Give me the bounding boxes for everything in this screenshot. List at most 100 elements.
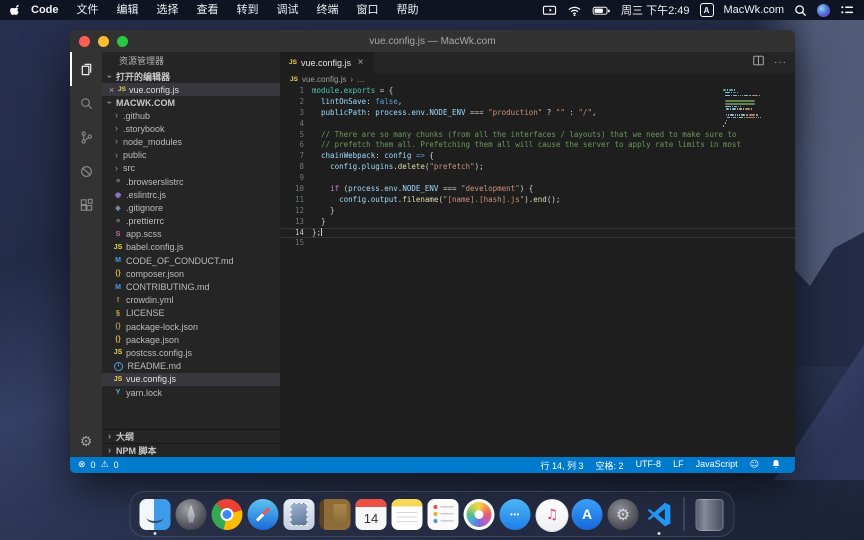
input-method-icon[interactable]: A <box>700 3 714 17</box>
split-editor-icon[interactable] <box>752 54 765 72</box>
tree-item-CODE_OF_CONDUCT.md[interactable]: MCODE_OF_CONDUCT.md <box>102 254 280 267</box>
tree-item-.github[interactable]: ›.github <box>102 109 280 122</box>
tree-item-package-lock.json[interactable]: {}package-lock.json <box>102 320 280 333</box>
dock-prefs[interactable]: ⚙ <box>608 499 639 530</box>
extensions-icon[interactable] <box>70 188 102 222</box>
menubar-clock[interactable]: 周三 下午2:49 <box>621 2 689 18</box>
tree-item-vue.config.js[interactable]: JSvue.config.js <box>102 373 280 386</box>
dock-vscode[interactable] <box>644 499 675 530</box>
dock-photos[interactable] <box>464 499 495 530</box>
code-line-5[interactable]: 5 // There are so many chunks (from all … <box>280 130 795 141</box>
tree-item-.gitignore[interactable]: ◆.gitignore <box>102 201 280 214</box>
minimap[interactable] <box>723 89 761 130</box>
dock-messages[interactable]: ••• <box>500 499 531 530</box>
dock-notes[interactable] <box>392 499 423 530</box>
wifi-icon[interactable] <box>567 4 582 17</box>
spotlight-search-icon[interactable] <box>794 4 807 17</box>
section-大纲[interactable]: ›大纲 <box>102 429 280 443</box>
dock-appstore[interactable]: A <box>572 499 603 530</box>
breadcrumb-file[interactable]: vue.config.js <box>302 75 346 84</box>
open-editors-section-header[interactable]: › 打开的编辑器 <box>102 70 280 83</box>
menu-item-选择[interactable]: 选择 <box>148 0 188 20</box>
warnings-icon[interactable]: ⚠ <box>101 460 109 470</box>
project-section-header[interactable]: › MACWK.COM <box>102 96 280 109</box>
menu-item-帮助[interactable]: 帮助 <box>388 0 428 20</box>
code-line-10[interactable]: 10 if (process.env.NODE_ENV === "develop… <box>280 184 795 195</box>
window-title-bar[interactable]: vue.config.js — MacWk.com <box>70 30 795 52</box>
status-item[interactable]: JavaScript <box>690 459 744 472</box>
zoom-window-button[interactable] <box>117 36 128 47</box>
status-item[interactable]: LF <box>667 459 690 472</box>
errors-icon[interactable]: ⊗ <box>78 460 86 470</box>
more-actions-icon[interactable]: ··· <box>774 57 787 68</box>
code-line-2[interactable]: 2 lintOnSave: false, <box>280 97 795 108</box>
tree-item-composer.json[interactable]: {}composer.json <box>102 267 280 280</box>
menu-item-终端[interactable]: 终端 <box>308 0 348 20</box>
tree-item-public[interactable]: ›public <box>102 149 280 162</box>
dock-safari[interactable] <box>248 499 279 530</box>
settings-gear-icon[interactable]: ⚙ <box>80 427 93 457</box>
code-line-3[interactable]: 3 publicPath: process.env.NODE_ENV === "… <box>280 108 795 119</box>
code-line-7[interactable]: 7 chainWebpack: config => { <box>280 151 795 162</box>
dock-reminders[interactable] <box>428 499 459 530</box>
display-icon[interactable] <box>542 4 557 17</box>
tab-vue-config-js[interactable]: JS vue.config.js × <box>280 52 373 73</box>
tree-item-.storybook[interactable]: ›.storybook <box>102 122 280 135</box>
code-line-6[interactable]: 6 // prefetch them all. Prefetching them… <box>280 140 795 151</box>
code-line-1[interactable]: 1module.exports = { <box>280 86 795 97</box>
notification-center-icon[interactable] <box>840 4 854 16</box>
tree-item-yarn.lock[interactable]: Yyarn.lock <box>102 386 280 399</box>
section-NPM 脚本[interactable]: ›NPM 脚本 <box>102 443 280 457</box>
code-line-14[interactable]: 14}; <box>280 228 795 239</box>
dock-contacts[interactable] <box>320 499 351 530</box>
dock-mail[interactable] <box>284 499 315 530</box>
code-line-9[interactable]: 9 <box>280 173 795 184</box>
dock-calendar[interactable]: 14 <box>356 499 387 530</box>
debug-icon[interactable] <box>70 154 102 188</box>
code-line-13[interactable]: 13 } <box>280 217 795 228</box>
dock-launchpad[interactable] <box>176 499 207 530</box>
menu-item-转到[interactable]: 转到 <box>228 0 268 20</box>
menu-item-Code[interactable]: Code <box>22 0 68 20</box>
feedback-smiley-icon[interactable]: ☺ <box>744 460 765 470</box>
tree-item-app.scss[interactable]: Sapp.scss <box>102 228 280 241</box>
breadcrumb[interactable]: JS vue.config.js › … <box>280 73 795 86</box>
tree-item-.browserslistrc[interactable]: ≡.browserslistrc <box>102 175 280 188</box>
tree-item-babel.config.js[interactable]: JSbabel.config.js <box>102 241 280 254</box>
close-tab-icon[interactable]: × <box>357 57 364 68</box>
dock-trash[interactable] <box>694 499 725 530</box>
menu-item-文件[interactable]: 文件 <box>68 0 108 20</box>
warnings-count[interactable]: 0 <box>114 460 119 470</box>
tree-item-README.md[interactable]: iREADME.md <box>102 360 280 373</box>
apple-menu-icon[interactable] <box>10 3 22 17</box>
status-item[interactable]: UTF-8 <box>630 459 668 472</box>
status-item[interactable]: 行 14, 列 3 <box>535 459 590 472</box>
dock-finder[interactable] <box>140 499 171 530</box>
menu-item-调试[interactable]: 调试 <box>268 0 308 20</box>
source-control-icon[interactable] <box>70 120 102 154</box>
menubar-site-label[interactable]: MacWk.com <box>724 4 785 16</box>
battery-icon[interactable] <box>592 4 611 17</box>
tree-item-LICENSE[interactable]: §LICENSE <box>102 307 280 320</box>
menu-item-窗口[interactable]: 窗口 <box>348 0 388 20</box>
tree-item-crowdin.yml[interactable]: !crowdin.yml <box>102 294 280 307</box>
code-editor[interactable]: 1module.exports = {2 lintOnSave: false,3… <box>280 86 795 457</box>
notifications-bell-icon[interactable] <box>765 459 787 471</box>
code-line-15[interactable]: 15 <box>280 238 795 249</box>
tree-item-.prettierrc[interactable]: ≡.prettierrc <box>102 215 280 228</box>
explorer-icon[interactable] <box>70 52 102 86</box>
tree-item-node_modules[interactable]: ›node_modules <box>102 135 280 148</box>
breadcrumb-more[interactable]: … <box>357 75 365 84</box>
code-line-8[interactable]: 8 config.plugins.delete("prefetch"); <box>280 162 795 173</box>
dock-chrome[interactable] <box>212 499 243 530</box>
code-line-11[interactable]: 11 config.output.filename("[name].[hash]… <box>280 195 795 206</box>
siri-icon[interactable] <box>817 4 830 17</box>
code-line-12[interactable]: 12 } <box>280 206 795 217</box>
code-line-4[interactable]: 4 <box>280 119 795 130</box>
tree-item-src[interactable]: ›src <box>102 162 280 175</box>
menu-item-编辑[interactable]: 编辑 <box>108 0 148 20</box>
menu-item-查看[interactable]: 查看 <box>188 0 228 20</box>
minimize-window-button[interactable] <box>98 36 109 47</box>
close-window-button[interactable] <box>79 36 90 47</box>
tree-item-CONTRIBUTING.md[interactable]: MCONTRIBUTING.md <box>102 280 280 293</box>
